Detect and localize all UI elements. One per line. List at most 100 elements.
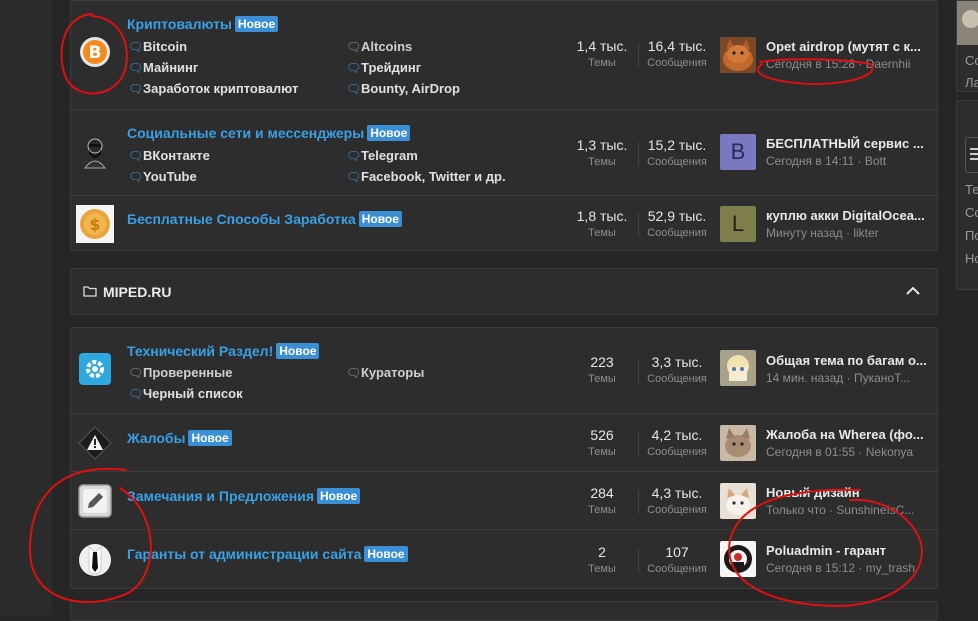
suit-tie-icon — [76, 541, 114, 579]
last-post-meta: Сегодня в 01:55 · Nekonya — [766, 445, 914, 459]
messages-stat: 4,2 тыс. Сообщения — [647, 427, 707, 458]
new-badge: Новое — [358, 211, 402, 227]
forum-title[interactable]: Технический Раздел! Новое — [127, 343, 320, 359]
chat-icon: 🗨 — [128, 61, 144, 75]
forum-row-guarantors[interactable]: Гаранты от администрации сайта Новое 2 Тем… — [71, 529, 939, 589]
avatar[interactable] — [720, 350, 756, 386]
messages-stat: 15,2 тыс. Сообщения — [647, 137, 707, 168]
new-badge: Новое — [317, 488, 361, 504]
folder-icon — [83, 284, 97, 302]
chat-icon: 🗨 — [346, 82, 362, 96]
forum-title[interactable]: Жалобы Новое — [127, 430, 232, 446]
subforum-link[interactable]: 🗨YouTube — [128, 169, 197, 184]
chat-icon: 🗨 — [128, 82, 144, 96]
messages-stat: 107 Сообщения — [647, 544, 707, 575]
chat-icon: 🗨 — [128, 170, 144, 184]
threads-stat: 2 Темы — [588, 544, 616, 575]
new-badge: Новое — [234, 16, 279, 32]
chat-icon: 🗨 — [346, 170, 362, 184]
last-thread-link[interactable]: БЕСПЛАТНЫЙ сервис ... — [766, 136, 931, 151]
last-post-meta: 14 мин. назад · ПуканоТ... — [766, 371, 911, 385]
last-thread-link[interactable]: Opet airdrop (мутят с к... — [766, 39, 931, 54]
threads-stat: 284 Темы — [588, 485, 616, 516]
forum-block-miped: Технический Раздел! Новое 🗨Проверенные 🗨К… — [70, 327, 939, 589]
sidebar-text: По — [965, 228, 978, 243]
forum-title[interactable]: Замечания и Предложения Новое — [127, 488, 361, 504]
chat-icon: 🗨 — [346, 61, 362, 75]
forum-title[interactable]: Социальные сети и мессенджеры Новое — [127, 125, 411, 141]
chat-icon: 🗨 — [346, 149, 362, 163]
messages-stat: 4,3 тыс. Сообщения — [647, 485, 707, 516]
forum-row-social[interactable]: Социальные сети и мессенджеры Новое 🗨ВКон… — [71, 109, 939, 195]
subforum-link[interactable]: 🗨Facebook, Twitter и др. — [346, 169, 506, 184]
subforum-link[interactable]: 🗨Майнинг — [128, 60, 198, 75]
subforum-link[interactable]: 🗨Кураторы — [346, 365, 424, 380]
avatar[interactable] — [720, 541, 756, 577]
last-thread-link[interactable]: Общая тема по багам о... — [766, 353, 931, 368]
last-post-meta: Сегодня в 15:28 · Daernhii — [766, 57, 911, 71]
forum-title[interactable]: Гаранты от администрации сайта Новое — [127, 546, 408, 562]
last-post-meta: Сегодня в 15:12 · my_trash — [766, 561, 916, 575]
avatar[interactable] — [720, 37, 756, 73]
subforum-link[interactable]: 🗨ВКонтакте — [128, 148, 210, 163]
forum-row-complaints[interactable]: Жалобы Новое 526 Темы 4,2 тыс. Сообщения Жа… — [71, 413, 939, 471]
subforum-link[interactable]: 🗨Altcoins — [346, 39, 412, 54]
threads-stat: 526 Темы — [588, 427, 616, 458]
messages-stat: 16,4 тыс. Сообщения — [647, 38, 707, 69]
last-post-meta: Сегодня в 14:11 · Bott — [766, 154, 887, 168]
messages-stat: 3,3 тыс. Сообщения — [647, 354, 707, 385]
new-badge: Новое — [276, 343, 320, 359]
last-thread-link[interactable]: Жалоба на Wherea (фо... — [766, 427, 931, 442]
sidebar-text: Но — [965, 251, 978, 266]
threads-stat: 223 Темы — [588, 354, 616, 385]
avatar[interactable]: B — [720, 134, 756, 170]
forum-block-top: B Криптовалюты Новое 🗨Bitcoin 🗨Altcoins 🗨… — [70, 0, 939, 252]
category-header[interactable]: MIPED.RU — [70, 268, 938, 315]
threads-stat: 1,3 тыс. Темы — [576, 137, 628, 168]
subforum-link[interactable]: 🗨Bounty, AirDrop — [346, 81, 460, 96]
pencil-icon — [76, 482, 114, 520]
svg-text:B: B — [89, 43, 102, 63]
sidebar-text: Те — [965, 182, 978, 197]
forum-title[interactable]: Криптовалюты Новое — [127, 16, 279, 32]
chat-icon: 🗨 — [346, 366, 362, 380]
subforum-link[interactable]: 🗨Telegram — [346, 148, 418, 163]
forum-row-suggestions[interactable]: Замечания и Предложения Новое 284 Темы 4,3… — [71, 471, 939, 529]
chevron-up-icon[interactable] — [905, 283, 921, 304]
last-thread-link[interactable]: куплю акки DigitalOcea... — [766, 208, 931, 223]
sidebar-text: Co — [965, 53, 978, 68]
forum-row-crypto[interactable]: B Криптовалюты Новое 🗨Bitcoin 🗨Altcoins 🗨… — [71, 1, 939, 109]
menu-icon[interactable] — [965, 137, 978, 173]
messages-stat: 52,9 тыс. Сообщения — [647, 208, 707, 239]
subforum-link[interactable]: 🗨Bitcoin — [128, 39, 187, 54]
chat-icon: 🗨 — [128, 149, 144, 163]
chat-icon: 🗨 — [128, 40, 144, 54]
threads-stat: 1,8 тыс. Темы — [576, 208, 628, 239]
warning-icon — [76, 424, 114, 462]
avatar[interactable] — [720, 425, 756, 461]
dollar-coin-icon: $ — [76, 205, 114, 243]
subforum-link[interactable]: 🗨Черный список — [128, 386, 243, 401]
gear-icon — [76, 350, 114, 388]
category-title[interactable]: MIPED.RU — [103, 284, 171, 300]
chat-icon: 🗨 — [346, 40, 362, 54]
forum-row-technical[interactable]: Технический Раздел! Новое 🗨Проверенные 🗨К… — [71, 328, 939, 413]
last-thread-link[interactable]: Poluadmin - гарант — [766, 543, 931, 558]
forum-title[interactable]: Бесплатные Способы Заработка Новое — [127, 211, 402, 227]
sidebar-text: Ла — [965, 75, 978, 90]
last-thread-link[interactable]: Новый дизайн — [766, 485, 931, 500]
forum-row-free-earnings[interactable]: $ Бесплатные Способы Заработка Новое 1,8 … — [71, 195, 939, 252]
bitcoin-icon: B — [76, 33, 114, 71]
left-gutter — [0, 0, 52, 615]
new-badge: Новое — [364, 546, 408, 562]
next-block-edge — [70, 601, 938, 621]
svg-text:$: $ — [89, 215, 100, 234]
subforum-link[interactable]: 🗨Трейдинг — [346, 60, 421, 75]
subforum-link[interactable]: 🗨Заработок криптовалют — [128, 81, 298, 96]
threads-stat: 1,4 тыс. Темы — [576, 38, 628, 69]
avatar[interactable] — [720, 483, 756, 519]
last-post-meta: Только что · SunshineIsC... — [766, 503, 915, 517]
new-badge: Новое — [188, 430, 232, 446]
avatar[interactable]: L — [720, 206, 756, 242]
subforum-link[interactable]: 🗨Проверенные — [128, 365, 232, 380]
